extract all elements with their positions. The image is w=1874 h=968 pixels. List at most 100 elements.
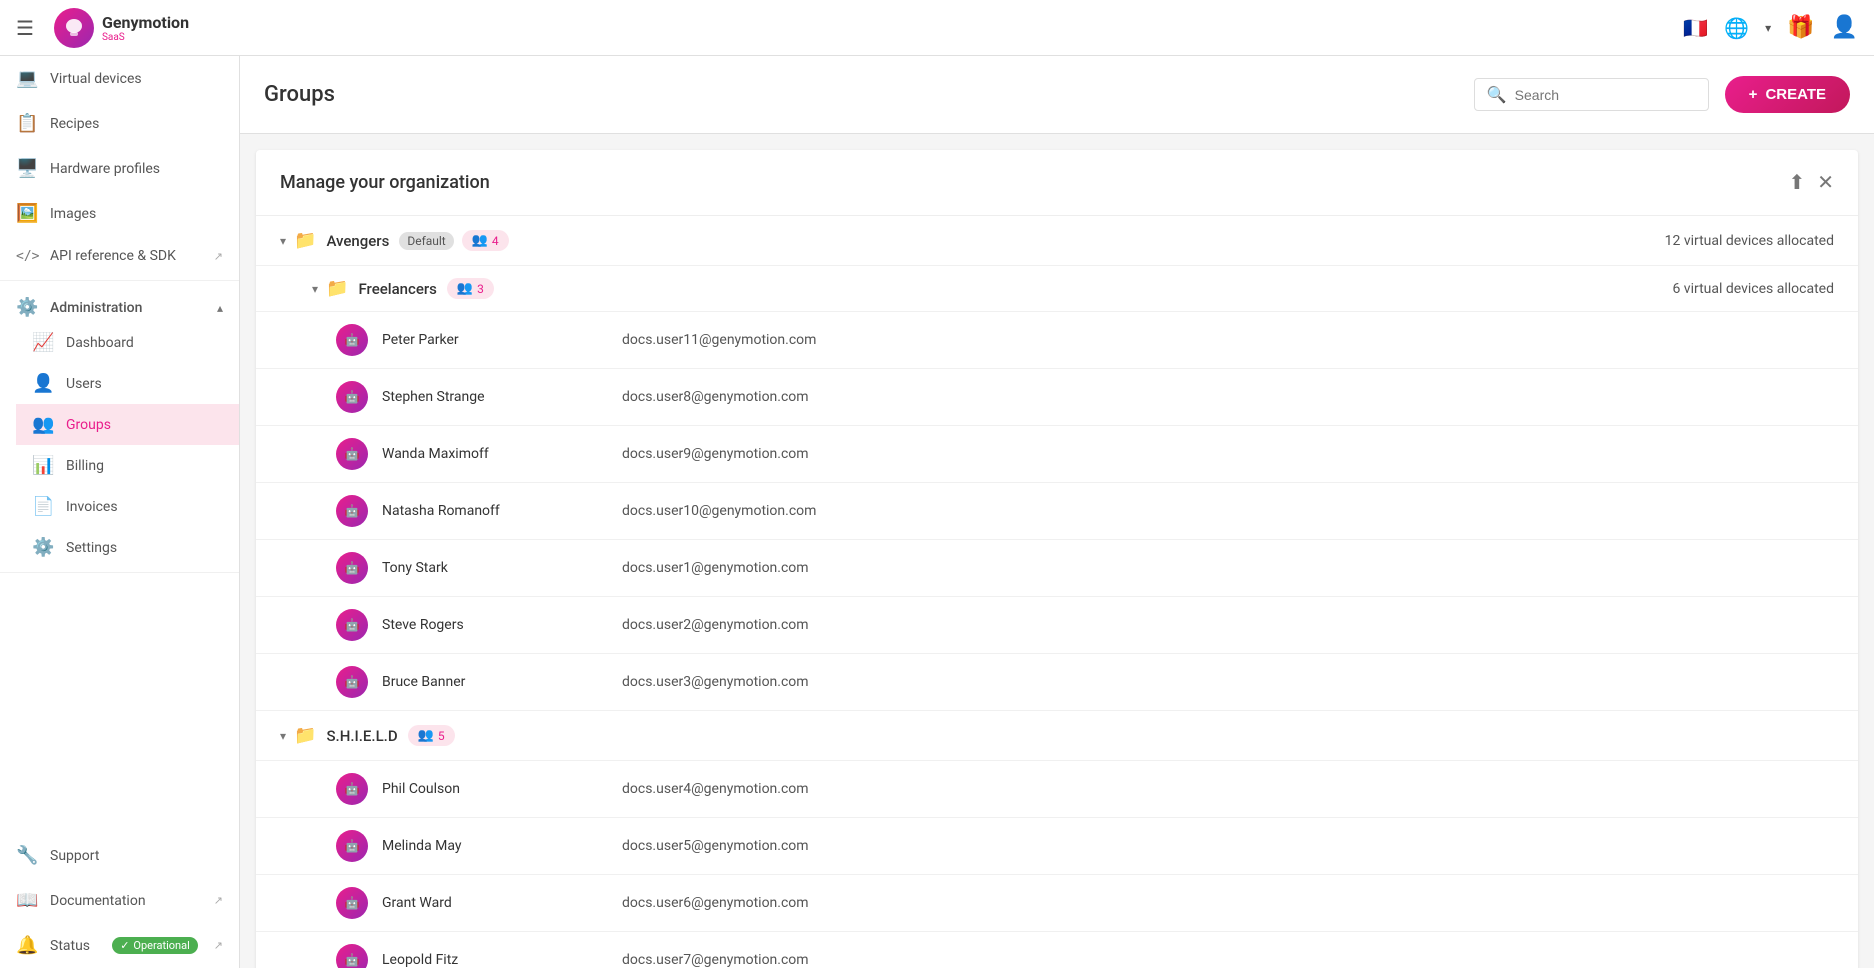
group-allocation-freelancers: 6 virtual devices allocated (1672, 281, 1834, 297)
sidebar-sub-label: Billing (66, 458, 104, 474)
folder-icon-freelancers: 📁 (326, 278, 348, 299)
sidebar-item-virtual-devices[interactable]: 💻 Virtual devices (0, 56, 239, 101)
member-email: docs.user6@genymotion.com (622, 895, 809, 911)
members-icon: 👥 (472, 233, 488, 248)
sidebar-item-recipes[interactable]: 📋 Recipes (0, 101, 239, 146)
group-tree: 📁 Avengers Default 👥 4 12 virtual device… (256, 216, 1858, 968)
settings-icon: ⚙️ (32, 537, 54, 558)
member-count: 5 (438, 729, 445, 743)
sidebar-label: API reference & SDK (50, 248, 202, 264)
upload-button[interactable]: ⬆ (1788, 170, 1805, 195)
sidebar-item-groups[interactable]: 👥 Groups (16, 404, 239, 445)
sidebar-item-billing[interactable]: 📊 Billing (16, 445, 239, 486)
members-icon: 👥 (457, 281, 473, 296)
panel-title: Manage your organization (280, 172, 1788, 193)
users-icon: 👤 (32, 373, 54, 394)
sidebar-item-hardware-profiles[interactable]: 🖥️ Hardware profiles (0, 146, 239, 191)
member-row: 🤖 Wanda Maximoff docs.user9@genymotion.c… (256, 426, 1858, 483)
panel-actions: ⬆ ✕ (1788, 170, 1834, 195)
administration-label: Administration (50, 300, 205, 316)
robot-icon: 🤖 (345, 839, 360, 853)
hamburger-menu[interactable]: ☰ (16, 16, 34, 40)
create-label: CREATE (1765, 86, 1826, 103)
chevron-avengers[interactable] (280, 234, 286, 248)
external-link-icon: ↗ (214, 894, 223, 907)
navbar-left: ☰ Genymotion SaaS (16, 8, 189, 48)
sidebar-item-users[interactable]: 👤 Users (16, 363, 239, 404)
member-name: Bruce Banner (382, 674, 562, 690)
support-icon: 🔧 (16, 845, 38, 866)
member-name: Natasha Romanoff (382, 503, 562, 519)
group-name-freelancers: Freelancers (358, 280, 436, 298)
avatar-stephen: 🤖 (336, 381, 368, 413)
navbar-right: 🇫🇷 🌐 ▾ 🎁 👤 (1683, 15, 1858, 40)
globe-icon[interactable]: 🌐 (1724, 16, 1749, 40)
robot-icon: 🤖 (345, 504, 360, 518)
member-email: docs.user3@genymotion.com (622, 674, 809, 690)
group-name-avengers: Avengers (326, 232, 389, 250)
sidebar-item-status[interactable]: 🔔 Status ✓ Operational ↗ (0, 923, 239, 968)
members-icon: 👥 (418, 728, 434, 743)
sidebar-label: Documentation (50, 893, 202, 909)
api-icon: </> (16, 249, 38, 264)
sidebar-section-administration[interactable]: ⚙️ Administration ▴ (0, 285, 239, 322)
avatar-steve: 🤖 (336, 609, 368, 641)
main-content: Groups 🔍 + CREATE Manage your organizati… (240, 56, 1874, 968)
robot-icon: 🤖 (345, 390, 360, 404)
gift-icon[interactable]: 🎁 (1787, 15, 1814, 40)
close-button[interactable]: ✕ (1817, 170, 1834, 195)
member-name: Peter Parker (382, 332, 562, 348)
sidebar-item-documentation[interactable]: 📖 Documentation ↗ (0, 878, 239, 923)
search-box[interactable]: 🔍 (1474, 78, 1709, 111)
sidebar-item-invoices[interactable]: 📄 Invoices (16, 486, 239, 527)
robot-icon: 🤖 (345, 618, 360, 632)
sidebar-item-images[interactable]: 🖼️ Images (0, 191, 239, 236)
member-name: Tony Stark (382, 560, 562, 576)
member-name: Melinda May (382, 838, 562, 854)
robot-icon: 🤖 (345, 896, 360, 910)
search-input[interactable] (1515, 87, 1696, 103)
avatar-natasha: 🤖 (336, 495, 368, 527)
member-email: docs.user7@genymotion.com (622, 952, 809, 968)
create-button[interactable]: + CREATE (1725, 76, 1850, 113)
administration-subitems: 📈 Dashboard 👤 Users 👥 Groups 📊 Billing 📄… (0, 322, 239, 568)
chevron-freelancers[interactable] (312, 282, 318, 296)
member-count: 3 (477, 282, 484, 296)
dashboard-icon: 📈 (32, 332, 54, 353)
user-icon[interactable]: 👤 (1831, 15, 1858, 40)
flag-icon[interactable]: 🇫🇷 (1683, 16, 1708, 40)
sidebar-item-settings[interactable]: ⚙️ Settings (16, 527, 239, 568)
sidebar: 💻 Virtual devices 📋 Recipes 🖥️ Hardware … (0, 56, 240, 968)
robot-icon: 🤖 (345, 333, 360, 347)
member-name: Stephen Strange (382, 389, 562, 405)
status-badge: ✓ Operational (112, 937, 198, 954)
avatar-leopold: 🤖 (336, 944, 368, 968)
sidebar-label: Support (50, 848, 223, 864)
chevron-down-icon[interactable]: ▾ (1765, 21, 1771, 35)
hardware-icon: 🖥️ (16, 158, 38, 179)
member-email: docs.user4@genymotion.com (622, 781, 809, 797)
member-row: 🤖 Natasha Romanoff docs.user10@genymotio… (256, 483, 1858, 540)
badge-default-avengers: Default (399, 232, 453, 250)
images-icon: 🖼️ (16, 203, 38, 224)
sidebar-item-dashboard[interactable]: 📈 Dashboard (16, 322, 239, 363)
status-text: Operational (133, 939, 189, 952)
avatar-peter: 🤖 (336, 324, 368, 356)
robot-icon: 🤖 (345, 953, 360, 967)
recipes-icon: 📋 (16, 113, 38, 134)
sidebar-bottom: 🔧 Support 📖 Documentation ↗ 🔔 Status ✓ O… (0, 833, 239, 968)
documentation-icon: 📖 (16, 890, 38, 911)
logo: Genymotion SaaS (54, 8, 189, 48)
sidebar-label: Virtual devices (50, 71, 223, 87)
search-icon: 🔍 (1487, 85, 1507, 104)
groups-icon: 👥 (32, 414, 54, 435)
sidebar-item-support[interactable]: 🔧 Support (0, 833, 239, 878)
member-row: 🤖 Steve Rogers docs.user2@genymotion.com (256, 597, 1858, 654)
member-name: Phil Coulson (382, 781, 562, 797)
billing-icon: 📊 (32, 455, 54, 476)
administration-icon: ⚙️ (16, 297, 38, 318)
chevron-shield[interactable] (280, 729, 286, 743)
badge-members-freelancers: 👥 3 (447, 278, 494, 299)
avatar-wanda: 🤖 (336, 438, 368, 470)
sidebar-item-api-reference[interactable]: </> API reference & SDK ↗ (0, 236, 239, 276)
